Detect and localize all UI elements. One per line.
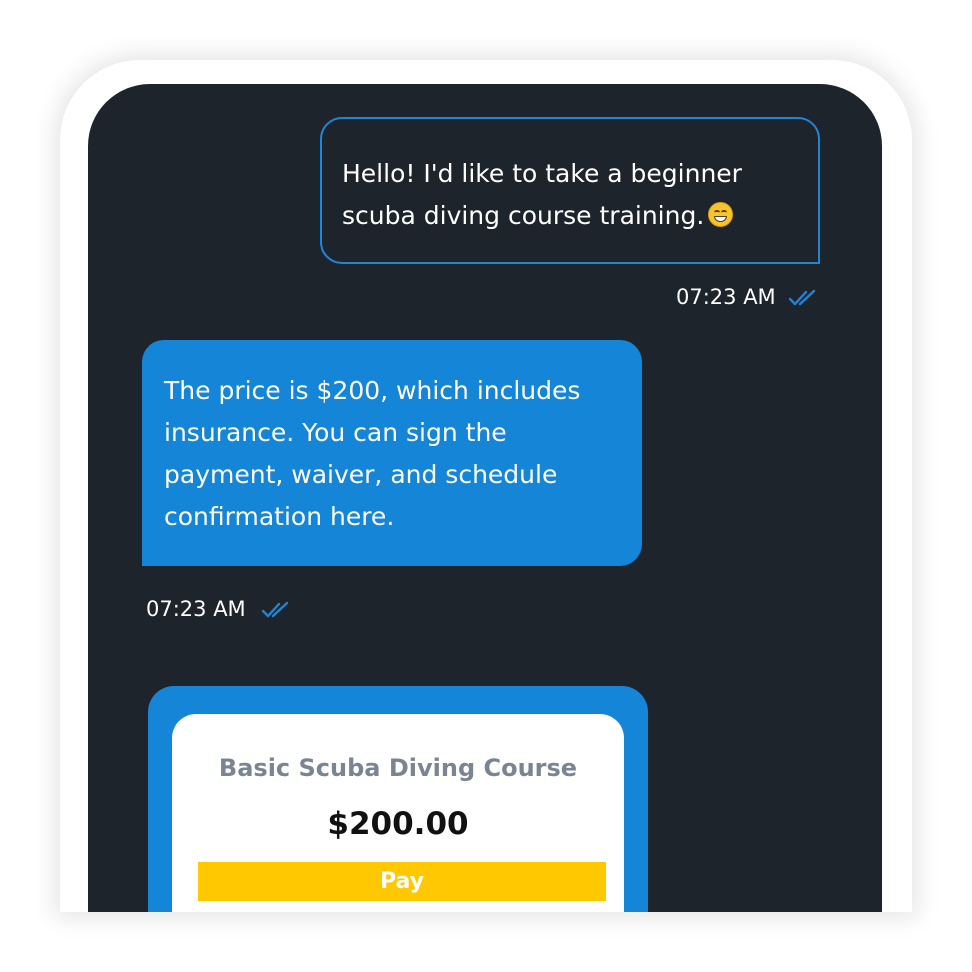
course-title: Basic Scuba Diving Course	[218, 754, 578, 782]
chat-screen: Hello! I'd like to take a beginner scuba…	[88, 84, 882, 912]
outgoing-message-time: 07:23 AM	[676, 285, 776, 309]
grinning-face-icon	[708, 202, 734, 227]
pay-button[interactable]: Pay	[198, 862, 606, 901]
incoming-message-time: 07:23 AM	[146, 597, 246, 621]
double-check-icon	[261, 601, 289, 618]
payment-card: Basic Scuba Diving Course $200.00 Pay	[172, 714, 624, 912]
phone-frame: Hello! I'd like to take a beginner scuba…	[60, 60, 912, 912]
course-price: $200.00	[327, 806, 469, 842]
payment-message-bubble: Basic Scuba Diving Course $200.00 Pay	[148, 686, 648, 912]
incoming-message-bubble: The price is $200, which includes insura…	[142, 340, 642, 566]
outgoing-message-text: Hello! I'd like to take a beginner scuba…	[342, 159, 742, 230]
incoming-message-text: The price is $200, which includes insura…	[164, 376, 581, 531]
double-check-icon	[788, 289, 816, 306]
outgoing-message-bubble: Hello! I'd like to take a beginner scuba…	[320, 117, 820, 264]
